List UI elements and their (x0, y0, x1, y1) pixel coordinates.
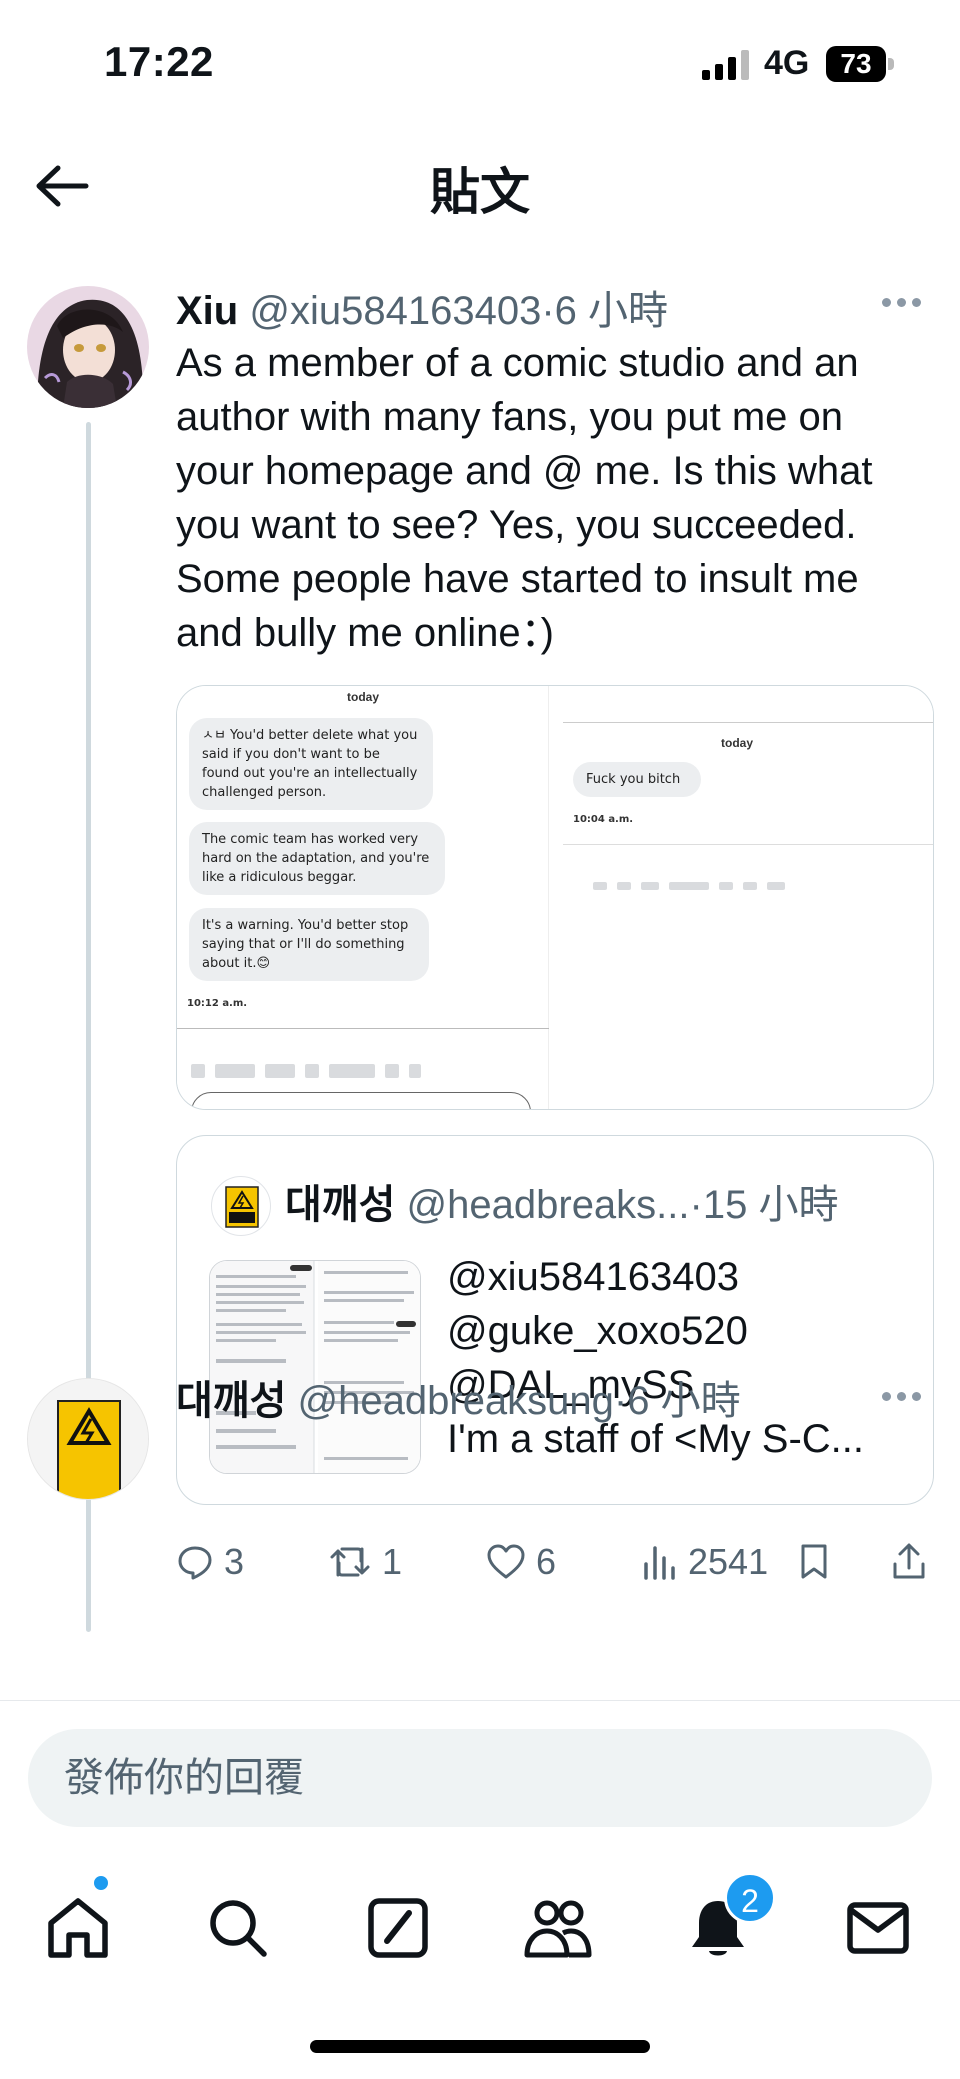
warning-sign-icon (28, 1379, 148, 1499)
compose-icon (368, 1898, 428, 1958)
reply-header: 대깨성 @headbreaksung·6 小時 (176, 1368, 936, 1426)
battery-tip (888, 58, 894, 70)
reply-compose-bar: 發佈你的回覆 (0, 1700, 960, 1850)
heart-icon (487, 1544, 525, 1579)
chat-time: 10:12 a.m. (187, 998, 248, 1009)
reply-button[interactable]: 3 (176, 1532, 244, 1592)
quote-text-line: @guke_xoxo520 (447, 1309, 748, 1353)
chat-divider (563, 722, 933, 723)
views-button[interactable]: 2541 (642, 1532, 768, 1592)
post-text-line: author with many fans, you put me on (176, 395, 844, 439)
tab-compose[interactable] (358, 1888, 438, 1968)
more-options-icon[interactable] (882, 1388, 930, 1408)
search-icon (210, 1900, 267, 1957)
page-title: 貼文 (430, 164, 530, 220)
notification-badge: 2 (724, 1872, 776, 1924)
like-count: 6 (536, 1541, 557, 1582)
tab-communities[interactable] (518, 1888, 598, 1968)
like-button[interactable]: 6 (486, 1532, 556, 1592)
chat-time: 10:04 a.m. (573, 814, 634, 825)
chat-day-label: today (721, 736, 754, 750)
author-name[interactable]: Xiu (176, 289, 238, 333)
quote-author-name: 대깨성 (285, 1183, 396, 1227)
chat-divider (563, 844, 933, 845)
repost-icon (330, 1547, 370, 1577)
post-text-line: you want to see? Yes, you succeeded. (176, 503, 857, 547)
tab-search[interactable] (198, 1888, 278, 1968)
reply-icon (178, 1546, 212, 1580)
post-actions: 3 1 6 2541 (176, 1532, 936, 1592)
post-media[interactable]: today ㅅㅂ You'd better delete what you sa… (176, 685, 934, 1110)
post-text-line: Some people have started to insult me (176, 557, 859, 601)
post-time: 6 小時 (554, 289, 668, 333)
post-text-line: As a member of a comic studio and an (176, 341, 859, 385)
warning-sign-icon (225, 1186, 259, 1228)
share-button[interactable] (890, 1532, 928, 1592)
reply-author-handle[interactable]: @headbreaksung (298, 1379, 614, 1423)
reply-author-name[interactable]: 대깨성 (176, 1379, 286, 1423)
reply-count: 3 (224, 1541, 245, 1582)
separator-dot: · (541, 289, 555, 333)
separator-dot: · (689, 1183, 703, 1227)
network-label: 4G (764, 44, 810, 82)
tab-home[interactable] (38, 1888, 118, 1968)
blurred-text (191, 1064, 421, 1078)
communities-icon (524, 1900, 592, 1958)
quote-text: @xiu584163403 @guke_xoxo520 @DAL_mySS I'… (447, 1250, 917, 1466)
mail-icon (847, 1902, 909, 1954)
chat-message: ㅅㅂ You'd better delete what you said if … (189, 718, 433, 810)
quote-author-handle: @headbreaks... (406, 1183, 690, 1227)
share-icon (893, 1543, 925, 1579)
status-bar: 17:22 4G 73 (0, 0, 960, 120)
tab-messages[interactable] (838, 1888, 918, 1968)
home-unread-dot (92, 1874, 110, 1892)
post-header: Xiu @xiu584163403·6 小時 (176, 278, 936, 334)
status-time: 17:22 (104, 38, 214, 85)
post-text-line: and bully me online：) (176, 611, 554, 655)
media-screenshot-left[interactable]: today ㅅㅂ You'd better delete what you sa… (177, 686, 549, 1109)
author-avatar[interactable] (27, 286, 149, 408)
quote-time: 15 小時 (702, 1183, 839, 1227)
blurred-text (593, 882, 785, 896)
more-options-icon[interactable] (882, 294, 930, 314)
reply-input[interactable]: 發佈你的回覆 (28, 1729, 932, 1827)
post-text: As a member of a comic studio and an aut… (176, 336, 936, 660)
chat-message: The comic team has worked very hard on t… (189, 822, 445, 895)
media-screenshot-right[interactable]: today Fuck you bitch 10:04 a.m. (563, 686, 933, 1109)
quoted-post[interactable]: 대깨성 @headbreaks...·15 小時 @xiu584163403 @… (176, 1135, 934, 1505)
reply-time: 6 小時 (627, 1379, 741, 1423)
chat-message: It's a warning. You'd better stop saying… (189, 908, 429, 981)
chat-input-outline (191, 1092, 531, 1109)
avatar-image (27, 286, 149, 408)
page-header: 貼文 (0, 130, 960, 240)
quote-text-line: @xiu584163403 (447, 1255, 739, 1299)
chat-day-label: today (347, 690, 380, 704)
repost-button[interactable]: 1 (328, 1532, 402, 1592)
signal-icon (702, 50, 749, 80)
author-handle[interactable]: @xiu584163403 (249, 289, 541, 333)
home-indicator (310, 2040, 650, 2053)
chat-message: Fuck you bitch (573, 762, 701, 797)
bookmark-icon (801, 1544, 827, 1579)
separator-dot: · (613, 1379, 628, 1423)
chat-divider (177, 1028, 549, 1029)
battery-icon: 73 (826, 46, 894, 82)
quote-avatar (211, 1176, 271, 1236)
quote-header: 대깨성 @headbreaks...·15 小時 (285, 1172, 925, 1230)
bookmark-button[interactable] (798, 1532, 830, 1592)
home-icon (48, 1898, 108, 1958)
reply-author-avatar[interactable] (27, 1378, 149, 1500)
views-icon (644, 1546, 675, 1580)
repost-count: 1 (382, 1541, 403, 1582)
battery-level: 73 (826, 46, 886, 82)
post-text-line: your homepage and @ me. Is this what (176, 449, 873, 493)
quote-thumbnail[interactable] (209, 1260, 421, 1474)
views-count: 2541 (688, 1541, 769, 1582)
